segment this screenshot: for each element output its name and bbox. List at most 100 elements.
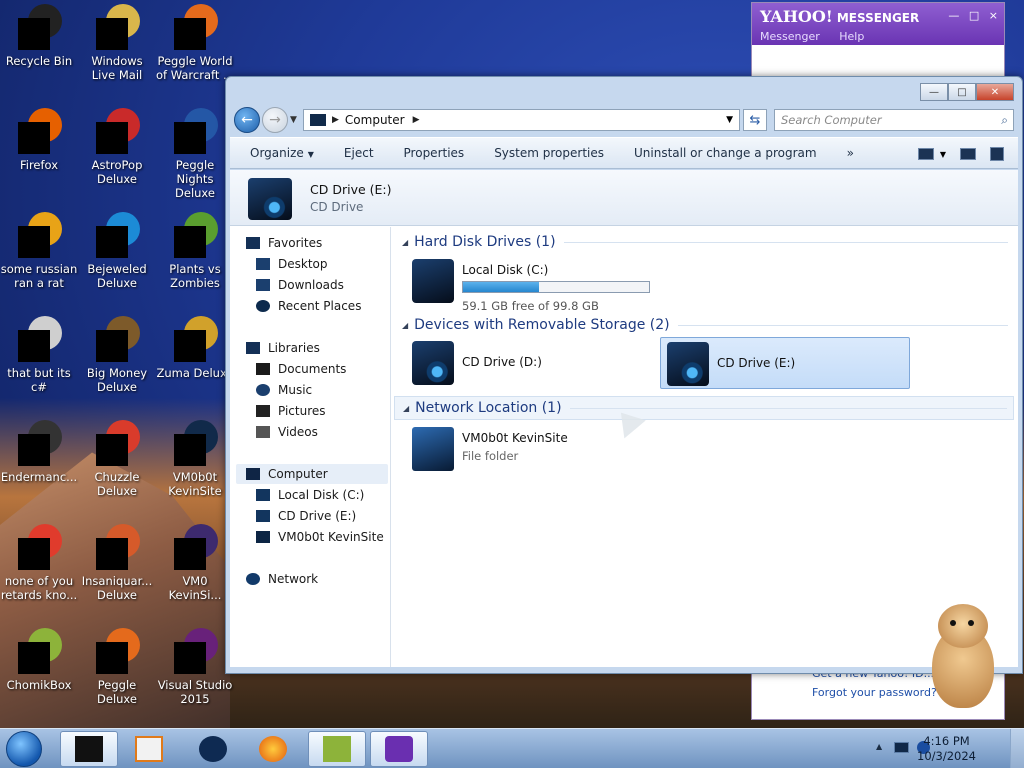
app-icon [94,212,140,258]
drive-cd-e[interactable]: CD Drive (E:) [660,337,910,389]
desktop-icon-item[interactable]: AstroPop Deluxe [78,108,156,186]
more-commands-button[interactable]: » [847,146,854,160]
start-button[interactable] [6,731,42,767]
desktop-icon-item[interactable]: that but its c# [0,316,78,394]
back-button[interactable]: ← [234,107,260,133]
hamster-eye [968,620,974,626]
address-dropdown-icon[interactable]: ▼ [726,115,733,125]
system-tray: ▲ 4:16 PM 10/3/2024 [864,729,1024,768]
nav-libraries[interactable]: Libraries [246,338,406,358]
desktop-icon-item[interactable]: Chuzzle Deluxe [78,420,156,498]
desktop-icon-item[interactable]: VM0 KevinSi... [156,524,234,602]
group-network-location[interactable]: ◢ Network Location (1) [394,396,1014,420]
nav-computer[interactable]: Computer [236,464,388,484]
cd-drive-icon [412,341,454,385]
close-button[interactable]: ✕ [976,83,1014,101]
drive-free-space: 59.1 GB free of 99.8 GB [462,299,599,313]
desktop-icon-item[interactable]: VM0b0t KevinSite [156,420,234,498]
eject-button[interactable]: Eject [344,146,374,160]
desktop-icon-item[interactable]: Firefox [0,108,78,172]
desktop-icon-item[interactable]: some russian ran a rat [0,212,78,290]
desktop-icon-label: AstroPop Deluxe [91,158,143,186]
yahoo-close-button[interactable]: × [989,9,998,22]
app-icon [172,108,218,154]
refresh-button[interactable]: ⇆ [743,109,767,131]
app-icon [94,108,140,154]
taskbar-yahoo-messenger[interactable] [370,731,428,767]
forward-button[interactable]: → [262,107,288,133]
hamster-head [938,604,988,648]
desktop-icon-item[interactable]: Big Money Deluxe [78,316,156,394]
taskbar-firefox[interactable] [244,731,302,767]
desktop-icon-label: VM0 KevinSi... [168,574,222,602]
desktop-icon-item[interactable]: ChomikBox [0,628,78,692]
redacted-icon-block [96,18,128,50]
minimize-button[interactable]: — [920,83,948,101]
properties-button[interactable]: Properties [404,146,465,160]
desktop-icon-item[interactable]: Windows Live Mail [78,4,156,82]
taskbar-explorer[interactable] [60,731,118,767]
drive-cd-d[interactable]: CD Drive (D:) [406,337,656,389]
breadcrumb-arrow-icon[interactable]: ▶ [332,115,339,125]
group-hard-disk-drives[interactable]: ◢ Hard Disk Drives (1) [394,230,1014,254]
show-hidden-icons-button[interactable]: ▲ [876,742,882,751]
desktop-icon-item[interactable]: Endermanc... [0,420,78,484]
yahoo-menu-messenger[interactable]: Messenger [760,30,820,43]
desktop-icon-item[interactable]: none of you retards kno... [0,524,78,602]
desktop-icon-item[interactable]: Peggle World of Warcraft ... [156,4,234,82]
group-divider [563,241,1008,243]
desktop-icon-item[interactable]: Recycle Bin [0,4,78,68]
taskbar-chomikbox[interactable] [308,731,366,767]
show-desktop-button[interactable] [1010,729,1024,768]
system-properties-button[interactable]: System properties [494,146,604,160]
breadcrumb-arrow-icon[interactable]: ▶ [413,115,420,125]
taskbar-media-player[interactable] [120,731,178,767]
app-icon [16,628,62,674]
nav-network[interactable]: Network [246,569,406,589]
items-pane: ◢ Hard Disk Drives (1) Local Disk (C:) 5… [392,227,1018,667]
app-icon [94,420,140,466]
view-dropdown-icon[interactable]: ▼ [940,150,946,159]
taskbar-globe-app[interactable] [184,731,242,767]
desktop-icon-item[interactable]: Visual Studio 2015 [156,628,234,706]
desktop-icon-label: Peggle World of Warcraft ... [156,54,234,82]
yahoo-menu-help[interactable]: Help [839,30,864,43]
desktop-icon-label: Big Money Deluxe [86,366,148,394]
search-input[interactable]: Search Computer ⌕ [774,109,1014,131]
yahoo-minimize-button[interactable]: — [948,9,959,22]
display-icon[interactable] [894,742,909,753]
desktop-icon-item[interactable]: Zuma Deluxe [156,316,234,380]
desktop-icon-item[interactable]: Peggle Nights Deluxe [156,108,234,200]
desktop-icon-label: Peggle Deluxe [97,678,137,706]
organize-button[interactable]: Organize ▼ [250,146,314,160]
uninstall-program-button[interactable]: Uninstall or change a program [634,146,817,160]
app-icon [16,420,62,466]
hamster-pet[interactable] [922,604,1004,710]
collapse-triangle-icon[interactable]: ◢ [402,321,408,330]
desktop-icon-label: Windows Live Mail [91,54,143,82]
search-icon[interactable]: ⌕ [1001,113,1008,128]
desktop-icon-item[interactable]: Plants vs Zombies [156,212,234,290]
app-icon [172,316,218,362]
desktop-icon-item[interactable]: Insaniquar... Deluxe [78,524,156,602]
preview-pane-icon[interactable] [960,148,976,160]
explorer-window[interactable]: — □ ✕ ← → ▼ ▶ Computer ▶ ▼ ⇆ Search Comp… [225,76,1023,674]
group-removable-storage[interactable]: ◢ Devices with Removable Storage (2) [394,313,1014,337]
drive-local-disk-c[interactable]: Local Disk (C:) 59.1 GB free of 99.8 GB [406,255,662,313]
explorer-titlebar[interactable]: — □ ✕ [226,77,1022,105]
change-view-icon[interactable] [917,148,934,160]
yahoo-forgot-password-link[interactable]: Forgot your password? [812,686,937,699]
desktop-icon-item[interactable]: Bejeweled Deluxe [78,212,156,290]
collapse-triangle-icon[interactable]: ◢ [403,404,409,413]
address-bar[interactable]: ▶ Computer ▶ ▼ [303,109,740,131]
yahoo-maximize-button[interactable]: □ [969,9,979,22]
clock[interactable]: 4:16 PM 10/3/2024 [917,734,976,764]
maximize-button[interactable]: □ [948,83,976,101]
desktop-icon-item[interactable]: Peggle Deluxe [78,628,156,706]
help-icon[interactable] [990,147,1004,161]
collapse-triangle-icon[interactable]: ◢ [402,238,408,247]
app-icon [94,4,140,50]
recent-pages-dropdown-icon[interactable]: ▼ [290,115,297,125]
nav-favorites[interactable]: Favorites [246,233,406,253]
breadcrumb-computer[interactable]: Computer [345,113,405,127]
